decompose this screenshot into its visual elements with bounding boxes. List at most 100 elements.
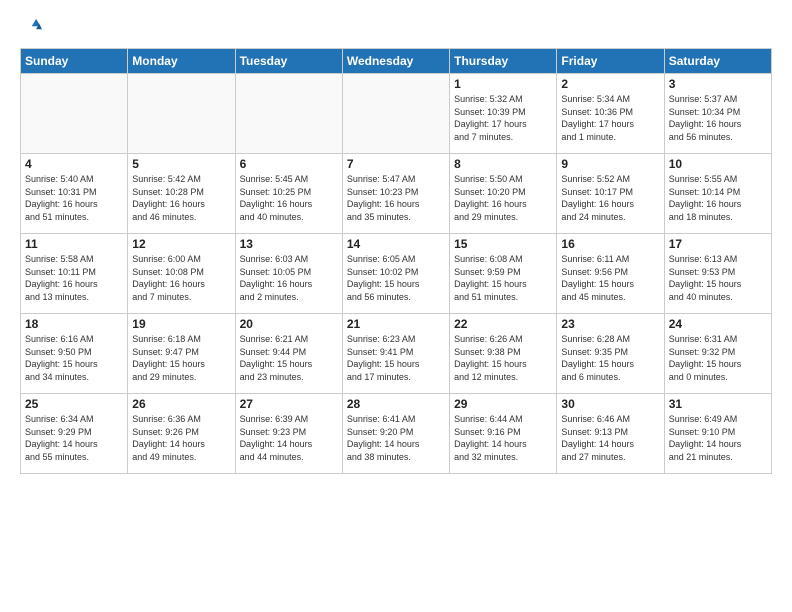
- day-number: 18: [25, 317, 123, 331]
- day-info: Sunrise: 6:13 AM Sunset: 9:53 PM Dayligh…: [669, 253, 767, 303]
- day-cell: 15 Sunrise: 6:08 AM Sunset: 9:59 PM Dayli…: [450, 234, 557, 314]
- day-number: 8: [454, 157, 552, 171]
- weekday-header-tuesday: Tuesday: [235, 49, 342, 74]
- day-cell: 27 Sunrise: 6:39 AM Sunset: 9:23 PM Dayli…: [235, 394, 342, 474]
- day-info: Sunrise: 6:34 AM Sunset: 9:29 PM Dayligh…: [25, 413, 123, 463]
- weekday-header-thursday: Thursday: [450, 49, 557, 74]
- logo: [20, 16, 44, 38]
- week-row-4: 18 Sunrise: 6:16 AM Sunset: 9:50 PM Dayli…: [21, 314, 772, 394]
- day-info: Sunrise: 6:00 AM Sunset: 10:08 PM Daylig…: [132, 253, 230, 303]
- day-cell: 17 Sunrise: 6:13 AM Sunset: 9:53 PM Dayli…: [664, 234, 771, 314]
- day-cell: 10Sunrise: 5:55 AM Sunset: 10:14 PM Dayl…: [664, 154, 771, 234]
- day-info: Sunrise: 6:36 AM Sunset: 9:26 PM Dayligh…: [132, 413, 230, 463]
- day-number: 26: [132, 397, 230, 411]
- day-number: 22: [454, 317, 552, 331]
- day-info: Sunrise: 6:08 AM Sunset: 9:59 PM Dayligh…: [454, 253, 552, 303]
- day-cell: 3Sunrise: 5:37 AM Sunset: 10:34 PM Dayli…: [664, 74, 771, 154]
- calendar: SundayMondayTuesdayWednesdayThursdayFrid…: [20, 48, 772, 474]
- day-cell: [342, 74, 449, 154]
- day-info: Sunrise: 5:40 AM Sunset: 10:31 PM Daylig…: [25, 173, 123, 223]
- day-info: Sunrise: 6:31 AM Sunset: 9:32 PM Dayligh…: [669, 333, 767, 383]
- day-info: Sunrise: 5:34 AM Sunset: 10:36 PM Daylig…: [561, 93, 659, 143]
- week-row-3: 11 Sunrise: 5:58 AM Sunset: 10:11 PM Dayl…: [21, 234, 772, 314]
- day-cell: 6 Sunrise: 5:45 AM Sunset: 10:25 PM Dayli…: [235, 154, 342, 234]
- day-number: 4: [25, 157, 123, 171]
- day-number: 6: [240, 157, 338, 171]
- day-cell: 29 Sunrise: 6:44 AM Sunset: 9:16 PM Dayli…: [450, 394, 557, 474]
- page: SundayMondayTuesdayWednesdayThursdayFrid…: [0, 0, 792, 484]
- day-cell: 1 Sunrise: 5:32 AM Sunset: 10:39 PM Dayli…: [450, 74, 557, 154]
- day-cell: [21, 74, 128, 154]
- day-cell: 28Sunrise: 6:41 AM Sunset: 9:20 PM Dayli…: [342, 394, 449, 474]
- day-info: Sunrise: 6:21 AM Sunset: 9:44 PM Dayligh…: [240, 333, 338, 383]
- day-number: 12: [132, 237, 230, 251]
- day-info: Sunrise: 5:37 AM Sunset: 10:34 PM Daylig…: [669, 93, 767, 143]
- day-info: Sunrise: 5:45 AM Sunset: 10:25 PM Daylig…: [240, 173, 338, 223]
- weekday-header-saturday: Saturday: [664, 49, 771, 74]
- day-cell: 9 Sunrise: 5:52 AM Sunset: 10:17 PM Dayli…: [557, 154, 664, 234]
- day-cell: 31Sunrise: 6:49 AM Sunset: 9:10 PM Dayli…: [664, 394, 771, 474]
- day-cell: 5 Sunrise: 5:42 AM Sunset: 10:28 PM Dayli…: [128, 154, 235, 234]
- day-cell: 11 Sunrise: 5:58 AM Sunset: 10:11 PM Dayl…: [21, 234, 128, 314]
- day-number: 1: [454, 77, 552, 91]
- day-info: Sunrise: 6:44 AM Sunset: 9:16 PM Dayligh…: [454, 413, 552, 463]
- day-cell: 20Sunrise: 6:21 AM Sunset: 9:44 PM Dayli…: [235, 314, 342, 394]
- day-cell: 24 Sunrise: 6:31 AM Sunset: 9:32 PM Dayli…: [664, 314, 771, 394]
- day-info: Sunrise: 6:11 AM Sunset: 9:56 PM Dayligh…: [561, 253, 659, 303]
- day-number: 7: [347, 157, 445, 171]
- day-number: 29: [454, 397, 552, 411]
- day-info: Sunrise: 5:47 AM Sunset: 10:23 PM Daylig…: [347, 173, 445, 223]
- day-number: 5: [132, 157, 230, 171]
- day-cell: 26 Sunrise: 6:36 AM Sunset: 9:26 PM Dayli…: [128, 394, 235, 474]
- day-cell: 7 Sunrise: 5:47 AM Sunset: 10:23 PM Dayli…: [342, 154, 449, 234]
- logo-icon: [20, 16, 42, 38]
- day-cell: 18 Sunrise: 6:16 AM Sunset: 9:50 PM Dayli…: [21, 314, 128, 394]
- day-info: Sunrise: 5:52 AM Sunset: 10:17 PM Daylig…: [561, 173, 659, 223]
- day-number: 25: [25, 397, 123, 411]
- day-cell: 2 Sunrise: 5:34 AM Sunset: 10:36 PM Dayli…: [557, 74, 664, 154]
- day-cell: 16 Sunrise: 6:11 AM Sunset: 9:56 PM Dayli…: [557, 234, 664, 314]
- day-cell: 8 Sunrise: 5:50 AM Sunset: 10:20 PM Dayli…: [450, 154, 557, 234]
- day-info: Sunrise: 5:32 AM Sunset: 10:39 PM Daylig…: [454, 93, 552, 143]
- day-number: 30: [561, 397, 659, 411]
- day-number: 19: [132, 317, 230, 331]
- day-number: 10: [669, 157, 767, 171]
- day-number: 17: [669, 237, 767, 251]
- day-cell: 12 Sunrise: 6:00 AM Sunset: 10:08 PM Dayl…: [128, 234, 235, 314]
- weekday-header-monday: Monday: [128, 49, 235, 74]
- day-info: Sunrise: 6:16 AM Sunset: 9:50 PM Dayligh…: [25, 333, 123, 383]
- weekday-header-sunday: Sunday: [21, 49, 128, 74]
- weekday-header-row: SundayMondayTuesdayWednesdayThursdayFrid…: [21, 49, 772, 74]
- header: [20, 16, 772, 38]
- day-number: 27: [240, 397, 338, 411]
- day-info: Sunrise: 5:42 AM Sunset: 10:28 PM Daylig…: [132, 173, 230, 223]
- day-number: 13: [240, 237, 338, 251]
- day-cell: 30 Sunrise: 6:46 AM Sunset: 9:13 PM Dayli…: [557, 394, 664, 474]
- day-info: Sunrise: 6:03 AM Sunset: 10:05 PM Daylig…: [240, 253, 338, 303]
- week-row-5: 25 Sunrise: 6:34 AM Sunset: 9:29 PM Dayli…: [21, 394, 772, 474]
- day-number: 23: [561, 317, 659, 331]
- day-number: 24: [669, 317, 767, 331]
- day-info: Sunrise: 5:58 AM Sunset: 10:11 PM Daylig…: [25, 253, 123, 303]
- day-cell: 14Sunrise: 6:05 AM Sunset: 10:02 PM Dayl…: [342, 234, 449, 314]
- day-info: Sunrise: 5:50 AM Sunset: 10:20 PM Daylig…: [454, 173, 552, 223]
- day-cell: 23Sunrise: 6:28 AM Sunset: 9:35 PM Dayli…: [557, 314, 664, 394]
- day-number: 15: [454, 237, 552, 251]
- day-info: Sunrise: 6:46 AM Sunset: 9:13 PM Dayligh…: [561, 413, 659, 463]
- day-number: 16: [561, 237, 659, 251]
- week-row-2: 4 Sunrise: 5:40 AM Sunset: 10:31 PM Dayli…: [21, 154, 772, 234]
- day-info: Sunrise: 6:18 AM Sunset: 9:47 PM Dayligh…: [132, 333, 230, 383]
- day-cell: 25 Sunrise: 6:34 AM Sunset: 9:29 PM Dayli…: [21, 394, 128, 474]
- day-info: Sunrise: 6:26 AM Sunset: 9:38 PM Dayligh…: [454, 333, 552, 383]
- day-info: Sunrise: 6:41 AM Sunset: 9:20 PM Dayligh…: [347, 413, 445, 463]
- day-number: 11: [25, 237, 123, 251]
- day-number: 2: [561, 77, 659, 91]
- day-number: 9: [561, 157, 659, 171]
- day-number: 21: [347, 317, 445, 331]
- day-info: Sunrise: 6:05 AM Sunset: 10:02 PM Daylig…: [347, 253, 445, 303]
- day-cell: [235, 74, 342, 154]
- day-info: Sunrise: 6:39 AM Sunset: 9:23 PM Dayligh…: [240, 413, 338, 463]
- day-cell: [128, 74, 235, 154]
- day-cell: 4 Sunrise: 5:40 AM Sunset: 10:31 PM Dayli…: [21, 154, 128, 234]
- day-info: Sunrise: 6:49 AM Sunset: 9:10 PM Dayligh…: [669, 413, 767, 463]
